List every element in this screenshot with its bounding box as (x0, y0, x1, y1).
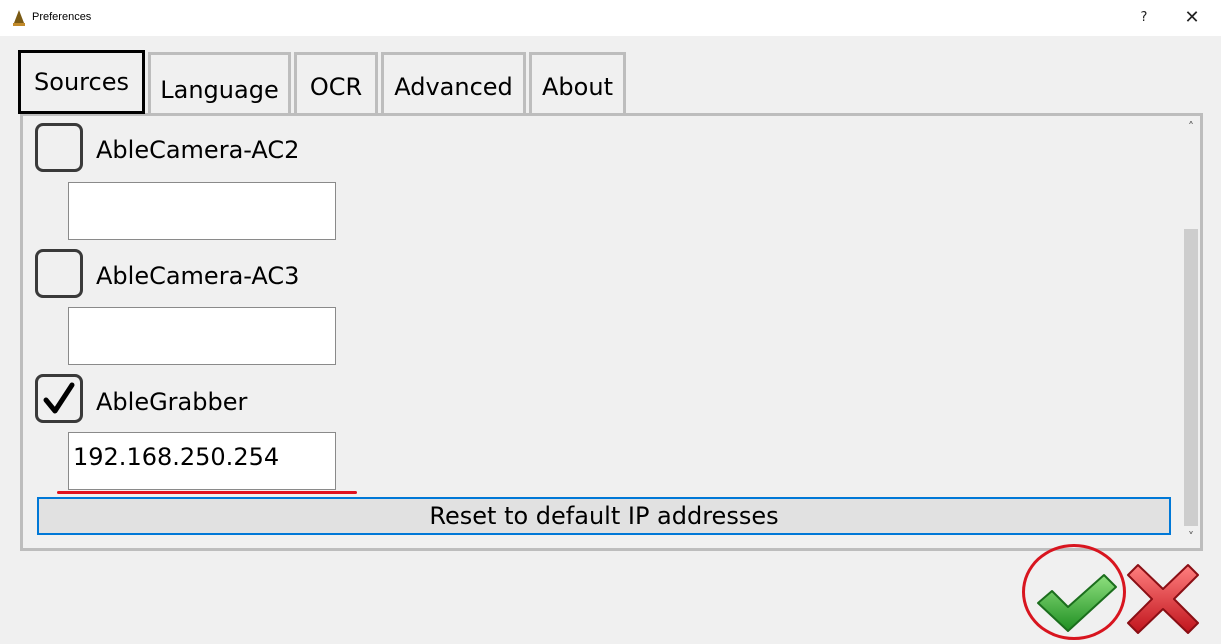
vertical-scrollbar[interactable]: ˄ ˅ (1182, 116, 1200, 548)
app-icon (13, 10, 25, 26)
scroll-up-icon[interactable]: ˄ (1182, 116, 1200, 136)
source-label-ablecamera-ac2: AbleCamera-AC2 (96, 136, 300, 164)
ip-field-ablegrabber[interactable]: 192.168.250.254 (68, 432, 336, 490)
tab-ocr-label: OCR (309, 72, 363, 101)
cancel-x-icon[interactable] (1124, 561, 1202, 637)
tab-advanced-label: Advanced (394, 72, 513, 101)
tab-language-label: Language (160, 75, 279, 104)
checkbox-ablecamera-ac2[interactable] (35, 123, 83, 172)
source-label-ablegrabber: AbleGrabber (96, 388, 248, 416)
title-bar: Preferences ? ✕ (0, 0, 1221, 36)
help-button[interactable]: ? (1134, 8, 1154, 28)
tab-language[interactable]: Language (148, 52, 291, 114)
source-label-ablecamera-ac3: AbleCamera-AC3 (96, 262, 300, 290)
checkbox-ablecamera-ac3[interactable] (35, 249, 83, 298)
sources-pane: AbleCamera-AC2 AbleCamera-AC3 AbleGrabbe… (20, 113, 1203, 551)
tab-advanced[interactable]: Advanced (381, 52, 526, 114)
reset-ip-button[interactable]: Reset to default IP addresses (37, 497, 1171, 535)
tab-sources-label: Sources (34, 68, 129, 96)
scroll-down-icon[interactable]: ˅ (1182, 528, 1200, 548)
annotation-underline (57, 491, 357, 494)
tab-about[interactable]: About (529, 52, 626, 114)
ok-check-icon[interactable] (1030, 561, 1120, 637)
close-button[interactable]: ✕ (1180, 8, 1204, 28)
reset-ip-button-label: Reset to default IP addresses (429, 502, 779, 530)
tab-ocr[interactable]: OCR (294, 52, 378, 114)
checkbox-ablegrabber[interactable] (35, 374, 83, 423)
scroll-thumb[interactable] (1184, 229, 1198, 526)
ip-field-ablecamera-ac3[interactable] (68, 307, 336, 365)
check-icon (43, 382, 75, 414)
tab-sources[interactable]: Sources (18, 50, 145, 114)
tab-about-label: About (542, 72, 613, 101)
ip-field-ablecamera-ac2[interactable] (68, 182, 336, 240)
window-title: Preferences (32, 11, 92, 23)
sources-scroll-area[interactable]: AbleCamera-AC2 AbleCamera-AC3 AbleGrabbe… (23, 116, 1182, 548)
